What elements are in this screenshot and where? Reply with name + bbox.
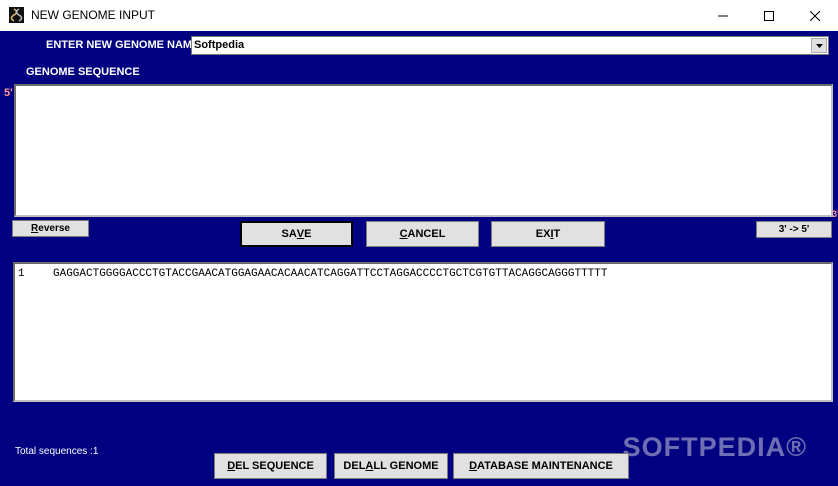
direction-toggle-button[interactable]: 3' -> 5' bbox=[756, 221, 832, 238]
minimize-icon bbox=[718, 15, 728, 16]
genome-name-combobox[interactable]: Softpedia bbox=[191, 36, 829, 55]
app-dna-icon bbox=[9, 7, 24, 23]
five-prime-marker: 5' bbox=[4, 87, 13, 99]
combo-dropdown-button[interactable] bbox=[811, 38, 827, 53]
softpedia-watermark: SOFTPEDIA® bbox=[622, 432, 807, 462]
database-maintenance-button[interactable]: D ATABASE MAINTENANCE bbox=[453, 453, 629, 479]
client-area: ENTER NEW GENOME NAME: Softpedia GENOME … bbox=[1, 31, 838, 485]
three-prime-marker: 3' bbox=[832, 209, 838, 219]
maximize-icon bbox=[764, 10, 774, 21]
sequence-index: 1 bbox=[18, 268, 25, 280]
window-title: NEW GENOME INPUT bbox=[31, 8, 156, 22]
genome-name-label: ENTER NEW GENOME NAME: bbox=[46, 39, 204, 51]
sequence-text: GAGGACTGGGGACCCTGTACCGAACATGGAGAACACAACA… bbox=[53, 268, 608, 280]
close-icon bbox=[810, 10, 820, 21]
cancel-button[interactable]: C ANCEL bbox=[366, 221, 479, 247]
maximize-button[interactable] bbox=[746, 0, 792, 31]
total-sequences-status: Total sequences :1 bbox=[15, 446, 99, 457]
sequence-input-area[interactable] bbox=[14, 84, 833, 217]
del-all-genome-button[interactable]: DEL A LL GENOME bbox=[334, 453, 448, 479]
minimize-button[interactable] bbox=[700, 0, 746, 31]
genome-name-value: Softpedia bbox=[194, 39, 245, 51]
close-button[interactable] bbox=[792, 0, 838, 31]
save-button[interactable]: SA V E bbox=[240, 221, 353, 247]
exit-button[interactable]: EX I T bbox=[491, 221, 605, 247]
sequence-list[interactable]: 1 GAGGACTGGGGACCCTGTACCGAACATGGAGAACACAA… bbox=[13, 262, 833, 402]
reverse-button[interactable]: Reverse bbox=[12, 220, 89, 237]
chevron-down-icon bbox=[815, 43, 823, 48]
del-sequence-button[interactable]: D EL SEQUENCE bbox=[214, 453, 327, 479]
title-bar: NEW GENOME INPUT bbox=[0, 0, 838, 31]
genome-sequence-label: GENOME SEQUENCE bbox=[26, 66, 140, 78]
